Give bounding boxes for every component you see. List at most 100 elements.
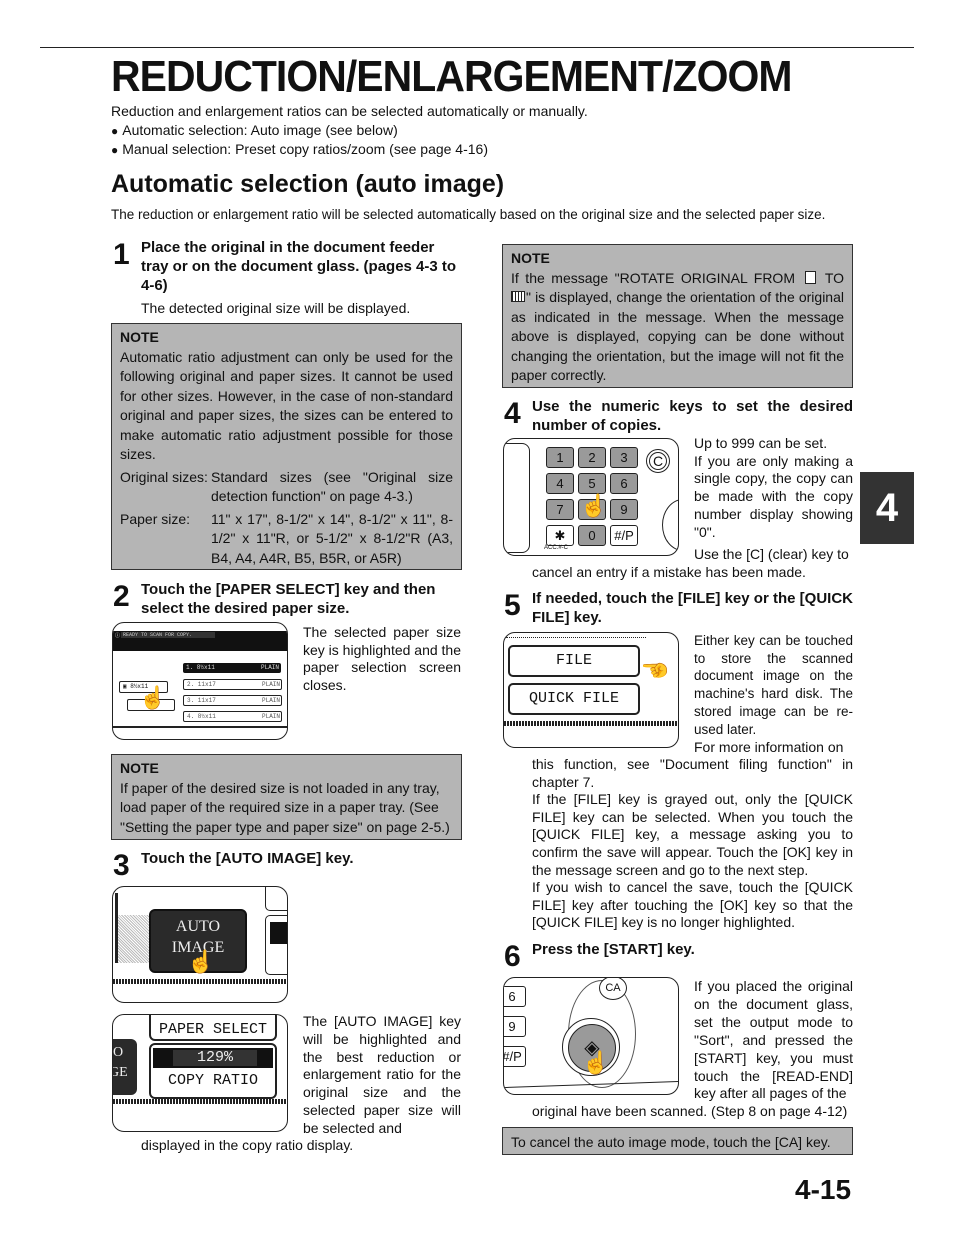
divider (113, 726, 287, 728)
side-key-top (265, 887, 287, 911)
page-title: REDUCTION/ENLARGEMENT/ZOOM (111, 52, 792, 101)
tray-option-1: 1. 8½x11 PLAIN (183, 663, 281, 673)
step-3-text-tail: displayed in the copy ratio display. (141, 1137, 354, 1153)
step-4-line-2: If you are only making a single copy, th… (694, 452, 853, 540)
note-cancel-auto-image: To cancel the auto image mode, touch the… (502, 1127, 853, 1155)
original-sizes-label: Original sizes: (120, 468, 208, 485)
step-5-line-d: If you wish to cancel the save, touch th… (532, 879, 853, 931)
step-2-text: The selected paper size key is highlight… (303, 624, 461, 693)
step-5-text-b1: For more information on (694, 739, 844, 755)
keypad-key: 2 (578, 447, 606, 468)
note-rotate-original: NOTE If the message "ROTATE ORIGINAL FRO… (502, 244, 853, 388)
step-5-number: 5 (504, 589, 521, 622)
note-title: NOTE (511, 250, 550, 266)
copy-ratio-label: COPY RATIO (167, 1072, 258, 1089)
step-5-text-rest: this function, see "Document filing func… (532, 756, 853, 932)
tray-option-4: 4. 8½x11 PLAIN (183, 711, 282, 722)
step-4-text-c2: cancel an entry if a mistake has been ma… (532, 564, 806, 580)
step-6-heading: Press the [START] key. (532, 941, 695, 958)
file-key: FILE (508, 645, 640, 677)
keypad-key: 4 (546, 473, 574, 494)
start-key-edge (662, 499, 678, 551)
step-6-number: 6 (504, 940, 521, 973)
status-text: READY TO SCAN FOR COPY. (121, 632, 215, 638)
pointing-hand-icon: ☝ (642, 656, 668, 684)
key-9: 9 (504, 1016, 526, 1037)
divider (504, 721, 678, 726)
file-screen-illustration: FILE QUICK FILE ☝ (503, 632, 679, 748)
chapter-tab: 4 (860, 472, 914, 544)
top-dotted-line (506, 637, 646, 638)
note-text-c: " is displayed, change the orientation o… (511, 289, 844, 383)
keypad-illustration: 1 2 3 4 5 6 7 8 9 ✱ 0 #/P C ACC.#-C ☝ (503, 438, 679, 556)
landscape-document-icon (511, 291, 525, 302)
side-key (265, 915, 287, 975)
note-text-a: If the message "ROTATE ORIGINAL FROM (511, 269, 795, 286)
copy-ratio-screen-illustration: O GE PAPER SELECT 129% COPY RATIO (112, 1014, 288, 1132)
pointing-hand-icon: ☝ (187, 949, 215, 974)
pointing-hand-icon: ☝ (139, 685, 167, 710)
original-sizes-value: Standard sizes (see "Original size detec… (211, 468, 453, 505)
step-1-number: 1 (113, 238, 130, 271)
divider (113, 979, 287, 984)
paper-select-key: PAPER SELECT (149, 1015, 277, 1041)
paper-select-screen-illustration: ⓘ READY TO SCAN FOR COPY. ▣ 8½x11 1. 8½x… (112, 622, 288, 740)
section-title: Automatic selection (auto image) (111, 170, 505, 198)
step-3-text-part1: The [AUTO IMAGE] key will be highlighted… (303, 1013, 461, 1138)
step-3-number: 3 (113, 849, 130, 882)
portrait-document-icon (804, 270, 816, 284)
step-1-heading: Place the original in the document feede… (141, 239, 457, 294)
bullet-manual: Manual selection: Preset copy ratios/zoo… (111, 140, 488, 160)
start-key-illustration: 6 9 #/P CA ◈ ☝ (503, 977, 679, 1095)
keypad-key: #/P (610, 525, 638, 546)
step-5-line-b2: this function, see "Document filing func… (532, 756, 853, 790)
note-title: NOTE (120, 329, 159, 345)
note-text: If paper of the desired size is not load… (120, 779, 450, 835)
step-4-text-c1: Use the [C] (clear) key to (694, 546, 849, 562)
step-6-text-a: If you placed the original on the docume… (694, 978, 853, 1102)
step-3-text: The [AUTO IMAGE] key will be highlighted… (303, 1013, 461, 1136)
copy-ratio-key: 129% COPY RATIO (149, 1043, 277, 1099)
acc-label: ACC.#-C (544, 545, 569, 551)
keypad-key: 5 (578, 473, 606, 494)
note-text: If the message "ROTATE ORIGINAL FROM TO … (511, 269, 844, 386)
key-6: 6 (504, 986, 526, 1007)
divider (113, 1099, 287, 1104)
paper-size-row: Paper size: 11" x 17", 8-1/2" x 14", 8-1… (120, 510, 453, 569)
auto-image-key-partial: O GE (113, 1039, 137, 1095)
clear-all-key: CA (599, 978, 627, 1000)
step-4-line-1: Up to 999 can be set. (694, 435, 828, 451)
left-panel (504, 443, 530, 553)
step-4-heading: Use the numeric keys to set the desired … (532, 398, 853, 434)
keypad-key: 6 (610, 473, 638, 494)
note-size-restrictions: NOTE Automatic ratio adjustment can only… (111, 323, 462, 570)
note-title: NOTE (120, 760, 159, 776)
keypad-key: 1 (546, 447, 574, 468)
keypad-key: 7 (546, 499, 574, 520)
clear-key: C (646, 449, 670, 473)
info-icon: ⓘ (115, 633, 121, 639)
intro-text: Reduction and enlargement ratios can be … (111, 103, 588, 119)
key-hash-p: #/P (504, 1046, 526, 1067)
paper-size-label: Paper size: (120, 510, 191, 527)
keypad-key: ✱ (546, 525, 574, 546)
keypad-key: 3 (610, 447, 638, 468)
tray-option-2: 2. 11x17 PLAIN (183, 679, 282, 690)
step-2-number: 2 (113, 580, 130, 613)
original-sizes-row: Original sizes: Standard sizes (see "Ori… (120, 468, 453, 507)
step-6-text-b: original have been scanned. (Step 8 on p… (532, 1103, 848, 1119)
step-5-line-c: If the [FILE] key is grayed out, only th… (532, 791, 853, 878)
step-5-text-a: Either key can be touched to store the s… (694, 633, 853, 737)
step-4-number: 4 (504, 397, 521, 430)
bullet-automatic: Automatic selection: Auto image (see bel… (111, 121, 397, 141)
ratio-value: 129% (173, 1050, 257, 1066)
note-paper-not-loaded: NOTE If paper of the desired size is not… (111, 754, 462, 840)
ratio-display: 129% (153, 1048, 273, 1068)
paper-size-value: 11" x 17", 8-1/2" x 14", 8-1/2" x 11", 8… (211, 510, 453, 566)
quick-file-key: QUICK FILE (508, 683, 640, 715)
step-3-heading: Touch the [AUTO IMAGE] key. (141, 850, 354, 867)
page-number: 4-15 (795, 1174, 852, 1205)
note-text: Automatic ratio adjustment can only be u… (120, 348, 453, 463)
pointing-hand-icon: ☝ (580, 493, 608, 518)
tray-option-3: 3. 11x17 PLAIN (183, 695, 282, 706)
